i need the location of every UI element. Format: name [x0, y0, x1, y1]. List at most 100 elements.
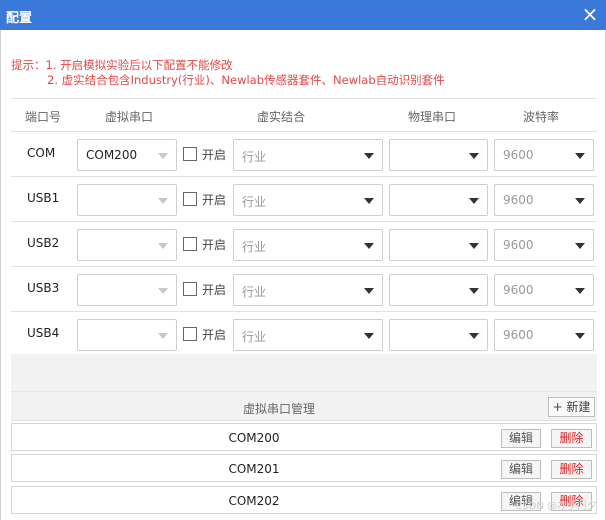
physical-port-select[interactable]: [389, 319, 488, 351]
list-item: COM200 编辑 删除: [11, 423, 597, 451]
chevron-down-icon: [364, 243, 374, 249]
chevron-down-icon: [575, 333, 585, 339]
port-name: USB1: [27, 191, 60, 205]
port-config-table: 端口号 虚拟串口 虚实结合 物理串口 波特率 COM COM200 开启 行业: [11, 98, 597, 357]
table-row: USB2 开启 行业 9600: [11, 222, 597, 267]
virtual-port-select[interactable]: COM200: [77, 139, 177, 171]
baud-value: 9600: [503, 283, 534, 297]
baud-select[interactable]: 9600: [494, 184, 594, 216]
virtual-port-manager-header: 虚拟串口管理 + 新建: [11, 392, 597, 421]
virtual-port-name: COM200: [228, 431, 280, 445]
open-checkbox[interactable]: [183, 327, 197, 341]
chevron-down-icon: [575, 153, 585, 159]
mix-select[interactable]: 行业: [233, 229, 383, 261]
port-name: COM: [27, 146, 56, 160]
spacer-band: [11, 354, 597, 392]
open-checkbox[interactable]: [183, 147, 197, 161]
open-checkbox[interactable]: [183, 282, 197, 296]
edit-button[interactable]: 编辑: [501, 460, 541, 479]
mix-value: 行业: [242, 150, 267, 164]
chevron-down-icon: [158, 153, 168, 159]
baud-value: 9600: [503, 238, 534, 252]
hint-line-2: 2. 虚实结合包含Industry(行业)、Newlab传感器套件、Newlab…: [47, 73, 445, 87]
virtual-port-select[interactable]: [77, 184, 177, 216]
list-item: COM201 编辑 删除: [11, 454, 597, 482]
mix-select[interactable]: 行业: [233, 274, 383, 306]
header-physical-port: 物理串口: [408, 110, 457, 124]
mix-select[interactable]: 行业: [233, 319, 383, 351]
chevron-down-icon: [575, 288, 585, 294]
open-label: 开启: [202, 193, 227, 207]
port-name: USB4: [27, 326, 60, 340]
port-name: USB2: [27, 236, 60, 250]
chevron-down-icon: [364, 153, 374, 159]
virtual-port-name: COM202: [228, 494, 280, 508]
mix-value: 行业: [242, 285, 267, 299]
table-row: USB1 开启 行业 9600: [11, 177, 597, 222]
close-icon[interactable]: ×: [580, 3, 600, 25]
chevron-down-icon: [575, 198, 585, 204]
chevron-down-icon: [158, 243, 168, 249]
baud-select[interactable]: 9600: [494, 274, 594, 306]
delete-button[interactable]: 删除: [551, 429, 592, 448]
chevron-down-icon: [469, 198, 479, 204]
list-item: COM202 编辑 删除: [11, 486, 597, 514]
edit-button[interactable]: 编辑: [501, 429, 541, 448]
table-row: COM COM200 开启 行业 9600: [11, 132, 597, 177]
mix-value: 行业: [242, 195, 267, 209]
virtual-port-select[interactable]: [77, 319, 177, 351]
table-header: 端口号 虚拟串口 虚实结合 物理串口 波特率: [11, 99, 597, 132]
chevron-down-icon: [469, 153, 479, 159]
delete-button[interactable]: 删除: [551, 460, 592, 479]
header-virtual-port: 虚拟串口: [105, 110, 154, 124]
open-label: 开启: [202, 238, 227, 252]
virtual-port-value: COM200: [86, 148, 138, 162]
baud-value: 9600: [503, 328, 534, 342]
mix-select[interactable]: 行业: [233, 139, 383, 171]
chevron-down-icon: [364, 333, 374, 339]
baud-select[interactable]: 9600: [494, 139, 594, 171]
mix-value: 行业: [242, 330, 267, 344]
chevron-down-icon: [469, 243, 479, 249]
table-row: USB4 开启 行业 9600: [11, 312, 597, 357]
mix-select[interactable]: 行业: [233, 184, 383, 216]
virtual-port-select[interactable]: [77, 274, 177, 306]
physical-port-select[interactable]: [389, 229, 488, 261]
header-port: 端口号: [25, 110, 62, 124]
title-bar: 配置 ×: [0, 0, 606, 30]
chevron-down-icon: [469, 288, 479, 294]
chevron-down-icon: [575, 243, 585, 249]
chevron-down-icon: [158, 198, 168, 204]
open-checkbox[interactable]: [183, 192, 197, 206]
hint-text: 提示：1. 开启模拟实验后以下配置不能修改 2. 虚实结合包含Industry(…: [11, 58, 445, 88]
physical-port-select[interactable]: [389, 139, 488, 171]
hint-line-1: 提示：1. 开启模拟实验后以下配置不能修改: [11, 58, 233, 72]
manager-title: 虚拟串口管理: [242, 402, 315, 416]
baud-select[interactable]: 9600: [494, 319, 594, 351]
baud-value: 9600: [503, 193, 534, 207]
mix-value: 行业: [242, 240, 267, 254]
open-label: 开启: [202, 148, 227, 162]
port-name: USB3: [27, 281, 60, 295]
baud-select[interactable]: 9600: [494, 229, 594, 261]
watermark: CSDN @才子门夕: [515, 501, 597, 512]
open-checkbox[interactable]: [183, 237, 197, 251]
header-mix: 虚实结合: [257, 110, 306, 124]
chevron-down-icon: [158, 333, 168, 339]
table-row: USB3 开启 行业 9600: [11, 267, 597, 312]
window-title: 配置: [6, 11, 33, 26]
physical-port-select[interactable]: [389, 184, 488, 216]
config-dialog: 提示：1. 开启模拟实验后以下配置不能修改 2. 虚实结合包含Industry(…: [0, 30, 606, 520]
chevron-down-icon: [364, 288, 374, 294]
physical-port-select[interactable]: [389, 274, 488, 306]
chevron-down-icon: [469, 333, 479, 339]
chevron-down-icon: [158, 288, 168, 294]
chevron-down-icon: [364, 198, 374, 204]
virtual-port-select[interactable]: [77, 229, 177, 261]
baud-value: 9600: [503, 148, 534, 162]
new-button[interactable]: + 新建: [548, 397, 595, 417]
open-label: 开启: [202, 328, 227, 342]
virtual-port-name: COM201: [228, 462, 280, 476]
header-baud: 波特率: [523, 110, 560, 124]
open-label: 开启: [202, 283, 227, 297]
